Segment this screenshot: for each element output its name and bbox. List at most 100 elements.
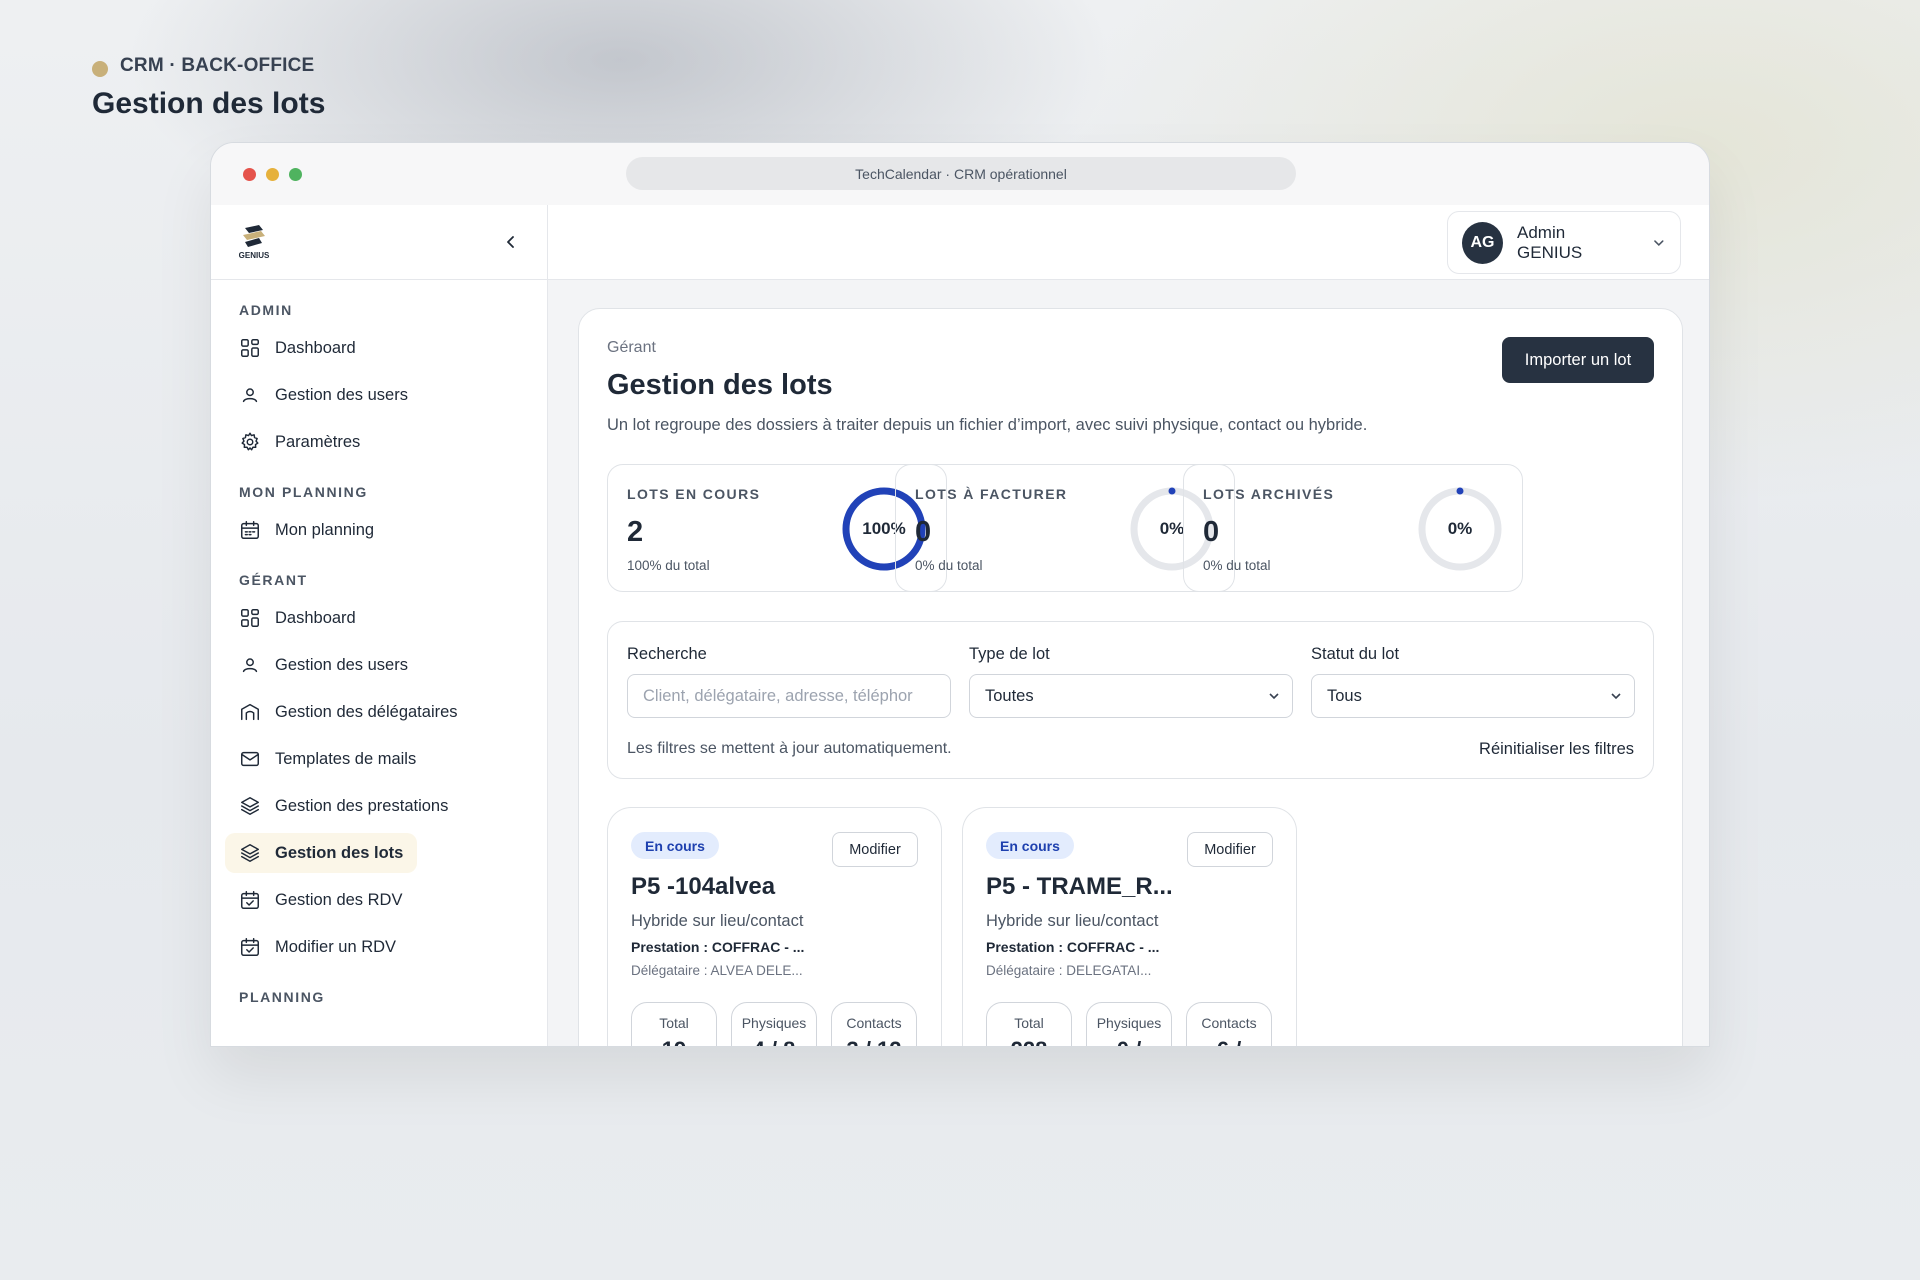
stat-value: 2 xyxy=(627,516,644,548)
window-titlebar: TechCalendar · CRM opérationnel xyxy=(211,143,1709,205)
genius-logo: GENIUS xyxy=(239,225,270,260)
section-description: Un lot regroupe des dossiers à traiter d… xyxy=(607,416,1368,434)
sidebar-item-dashboard[interactable]: Dashboard xyxy=(225,328,370,368)
section-title: Gestion des lots xyxy=(607,369,833,401)
users-icon xyxy=(242,388,258,403)
sidebar-item-label: Modifier un RDV xyxy=(275,937,397,956)
lot-card: En cours Modifier P5 - TRAME_R... Hybrid… xyxy=(962,807,1297,1046)
metric-label: Contacts xyxy=(846,1015,902,1031)
building-icon xyxy=(241,703,259,721)
browser-window: TechCalendar · CRM opérationnel GENIUS A… xyxy=(210,142,1710,1047)
metric-label: Total xyxy=(659,1015,689,1031)
sidebar-item-gestion-des-lots[interactable]: Gestion des lots xyxy=(225,833,418,873)
import-lot-button[interactable]: Importer un lot xyxy=(1502,337,1654,383)
search-input[interactable]: Client, délégataire, adresse, téléphor xyxy=(627,674,951,718)
metric-value: 0 / xyxy=(1087,1037,1171,1046)
lot-delegataire: Délégataire : DELEGATAI... xyxy=(986,963,1152,978)
status-badge: En cours xyxy=(986,832,1074,859)
sidebar-item-gestion-des-delegataires[interactable]: Gestion des délégataires xyxy=(225,692,472,732)
sidebar-item-label: Gestion des RDV xyxy=(275,890,403,909)
lot-metric: Physiques 0 / xyxy=(1086,1002,1172,1046)
status-badge: En cours xyxy=(631,832,719,859)
stat-label: LOTS À FACTURER xyxy=(915,486,1068,502)
stat-value: 0 xyxy=(915,516,932,548)
mail-icon xyxy=(241,751,259,767)
close-window-icon[interactable] xyxy=(243,167,256,181)
filters-note: Les filtres se mettent à jour automatiqu… xyxy=(627,740,952,757)
status-filter-value: Tous xyxy=(1327,686,1362,705)
gear-icon xyxy=(241,432,259,451)
sidebar-item-label: Gestion des délégataires xyxy=(275,702,458,721)
sidebar-item-gestion-des-users[interactable]: Gestion des users xyxy=(225,645,422,685)
metric-value: 4 / 8 xyxy=(732,1037,816,1046)
address-bar[interactable]: TechCalendar · CRM opérationnel xyxy=(626,157,1296,190)
type-filter-value: Toutes xyxy=(985,686,1034,705)
sidebar-item-label: Mon planning xyxy=(275,520,375,539)
lot-metric: Total 228 xyxy=(986,1002,1072,1046)
lot-card: En cours Modifier P5 -104alvea Hybride s… xyxy=(607,807,942,1046)
sidebar-item-gestion-des-rdv[interactable]: Gestion des RDV xyxy=(225,880,416,920)
sidebar-section-label: MON PLANNING xyxy=(239,484,368,500)
chevron-down-icon xyxy=(1269,693,1279,700)
avatar: AG xyxy=(1462,221,1504,264)
sidebar-item-label: Templates de mails xyxy=(275,749,417,768)
sidebar-header: GENIUS xyxy=(211,205,547,280)
lot-prestation: Prestation : COFFRAC - ... xyxy=(631,939,805,955)
sidebar-item-label: Gestion des prestations xyxy=(275,796,449,815)
stat-card: LOTS ARCHIVÉS 0 0% du total 0% xyxy=(1183,464,1523,592)
lot-type: Hybride sur lieu/contact xyxy=(986,912,1159,930)
lot-title: P5 - TRAME_R... xyxy=(986,873,1173,900)
sidebar-item-label: Gestion des lots xyxy=(275,843,404,862)
type-filter-select[interactable]: Toutes xyxy=(969,674,1293,718)
kicker: CRM · BACK-OFFICE xyxy=(92,55,325,77)
sidebar-item-gestion-des-prestations[interactable]: Gestion des prestations xyxy=(225,786,462,826)
status-filter-label: Statut du lot xyxy=(1311,645,1400,663)
layers-icon xyxy=(241,797,259,815)
user-menu-button[interactable]: AG Admin GENIUS xyxy=(1447,211,1681,274)
minimize-window-icon[interactable] xyxy=(266,167,279,181)
lot-title: P5 -104alvea xyxy=(631,873,776,900)
sidebar-item-mon-planning[interactable]: Mon planning xyxy=(225,510,388,550)
progress-ring-label: 0% xyxy=(1447,519,1473,538)
page-header: CRM · BACK-OFFICE Gestion des lots xyxy=(92,55,325,121)
lot-metric: Contacts 3 / 12 xyxy=(831,1002,917,1046)
metric-value: 3 / 12 xyxy=(832,1037,916,1046)
lot-prestation: Prestation : COFFRAC - ... xyxy=(986,939,1160,955)
sidebar-item-parametres[interactable]: Paramètres xyxy=(225,422,374,462)
status-filter-select[interactable]: Tous xyxy=(1311,674,1635,718)
lot-metric: Contacts 6 / xyxy=(1186,1002,1272,1046)
users-icon xyxy=(242,658,258,673)
breadcrumb: Gérant xyxy=(607,339,656,356)
calendar-icon xyxy=(241,521,259,539)
sidebar-item-dashboard[interactable]: Dashboard xyxy=(225,598,370,638)
lot-delegataire: Délégataire : ALVEA DELE... xyxy=(631,963,803,978)
maximize-window-icon[interactable] xyxy=(289,167,302,181)
sidebar-item-templates-de-mails[interactable]: Templates de mails xyxy=(225,739,430,779)
metric-label: Contacts xyxy=(1201,1015,1257,1031)
sidebar-section-label: PLANNING xyxy=(239,989,325,1005)
chevron-down-icon xyxy=(1611,693,1621,700)
sidebar-section-label: GÉRANT xyxy=(239,572,308,588)
layers-icon xyxy=(241,844,259,862)
collapse-sidebar-button[interactable] xyxy=(496,227,526,257)
sidebar-item-label: Gestion des users xyxy=(275,655,408,674)
stat-subtext: 0% du total xyxy=(1203,558,1271,573)
calendar-check-icon xyxy=(241,891,259,909)
topbar: AG Admin GENIUS xyxy=(548,205,1709,280)
filters-card: Recherche Client, délégataire, adresse, … xyxy=(607,621,1654,779)
sidebar-item-label: Gestion des users xyxy=(275,385,408,404)
metric-value: 19 xyxy=(632,1037,716,1046)
user-name: Admin GENIUS xyxy=(1517,222,1583,262)
sidebar-item-modifier-un-rdv[interactable]: Modifier un RDV xyxy=(225,927,410,967)
page-title: Gestion des lots xyxy=(92,87,326,120)
dashboard-icon xyxy=(241,609,259,627)
lot-type: Hybride sur lieu/contact xyxy=(631,912,804,930)
metric-value: 228 xyxy=(987,1037,1071,1046)
sidebar-item-label: Dashboard xyxy=(275,338,356,357)
edit-lot-button[interactable]: Modifier xyxy=(1187,832,1273,867)
sidebar-item-gestion-des-users[interactable]: Gestion des users xyxy=(225,375,422,415)
edit-lot-button[interactable]: Modifier xyxy=(832,832,918,867)
reset-filters-link[interactable]: Réinitialiser les filtres xyxy=(1479,740,1634,759)
metric-label: Physiques xyxy=(741,1015,807,1031)
sidebar-section-label: ADMIN xyxy=(239,302,293,318)
